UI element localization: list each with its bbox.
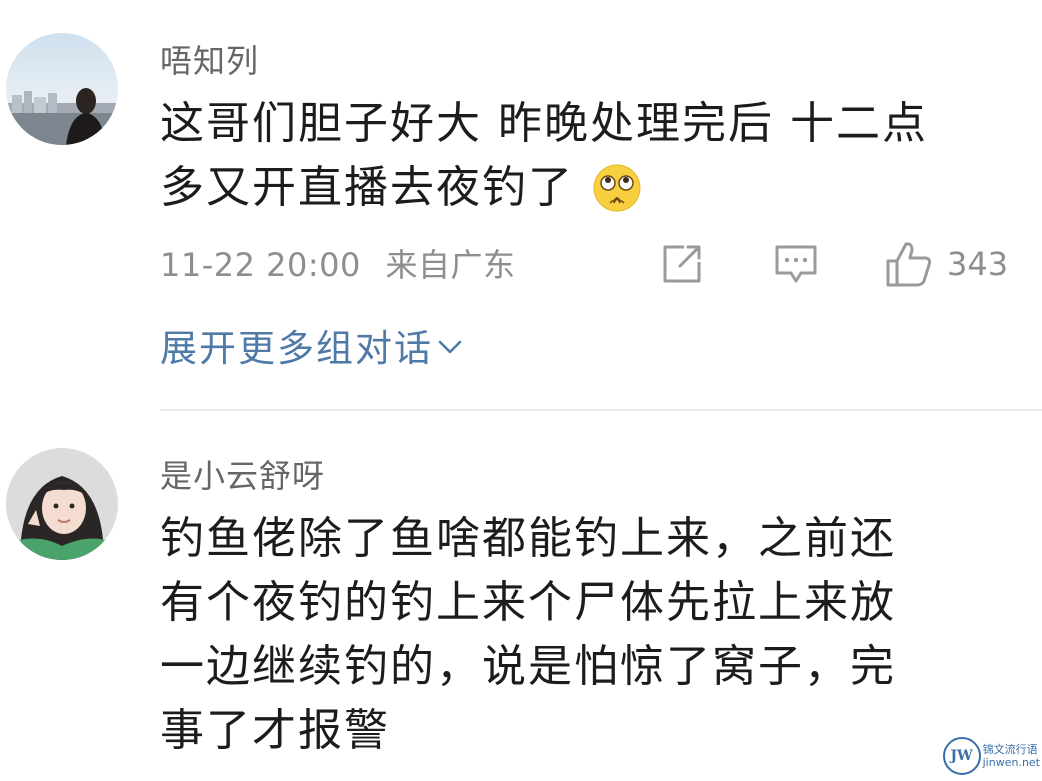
avatar[interactable] xyxy=(6,448,118,560)
username[interactable]: 唔知列 xyxy=(160,36,259,82)
comment-text-line: 一边继续钓的，说是怕惊了窝子，完 xyxy=(160,641,896,692)
like-icon xyxy=(886,242,932,287)
comment-text-line: 事了才报警 xyxy=(160,705,390,756)
watermark: JW 锦文流行语 jinwen.net xyxy=(942,737,1040,775)
watermark-line1: 锦文流行语 xyxy=(982,743,1038,756)
comment-meta: 11-22 20:00 来自广东 xyxy=(160,240,516,286)
share-icon xyxy=(663,245,701,283)
expand-conversation-link[interactable]: 展开更多组对话 xyxy=(160,318,463,372)
comment-item: 是小云舒呀 钓鱼佬除了鱼啥都能钓上来，之前还 有个夜钓的钓上来个尸体先拉上来放 … xyxy=(0,411,1042,781)
comment-text-line: 这哥们胆子好大 昨晚处理完后 十二点 xyxy=(160,98,928,149)
comment-text-line: 钓鱼佬除了鱼啥都能钓上来，之前还 xyxy=(160,513,896,564)
chevron-down-icon xyxy=(438,340,462,354)
like-button[interactable]: 343 xyxy=(885,238,1008,290)
username[interactable]: 是小云舒呀 xyxy=(160,451,325,497)
comment-text-line: 有个夜钓的钓上来个尸体先拉上来放 xyxy=(160,577,896,628)
comment-item: 唔知列 这哥们胆子好大 昨晚处理完后 十二点 多又开直播去夜钓了 11-22 2… xyxy=(0,0,1042,410)
location: 来自广东 xyxy=(385,246,516,284)
like-count: 343 xyxy=(947,245,1009,283)
share-button[interactable] xyxy=(660,238,704,290)
avatar[interactable] xyxy=(6,33,118,145)
watermark-line2: jinwen.net xyxy=(982,756,1040,769)
reply-icon xyxy=(775,245,817,283)
comment-text: 这哥们胆子好大 昨晚处理完后 十二点 多又开直播去夜钓了 xyxy=(160,92,1020,220)
comment-text: 钓鱼佬除了鱼啥都能钓上来，之前还 有个夜钓的钓上来个尸体先拉上来放 一边继续钓的… xyxy=(160,507,1020,763)
timestamp: 11-22 20:00 xyxy=(160,246,361,284)
reply-button[interactable] xyxy=(773,238,819,290)
expand-label: 展开更多组对话 xyxy=(160,327,433,370)
comment-text-line: 多又开直播去夜钓了 xyxy=(160,162,574,213)
watermark-logo: JW xyxy=(942,737,981,775)
flushed-face-emoji xyxy=(592,163,642,213)
